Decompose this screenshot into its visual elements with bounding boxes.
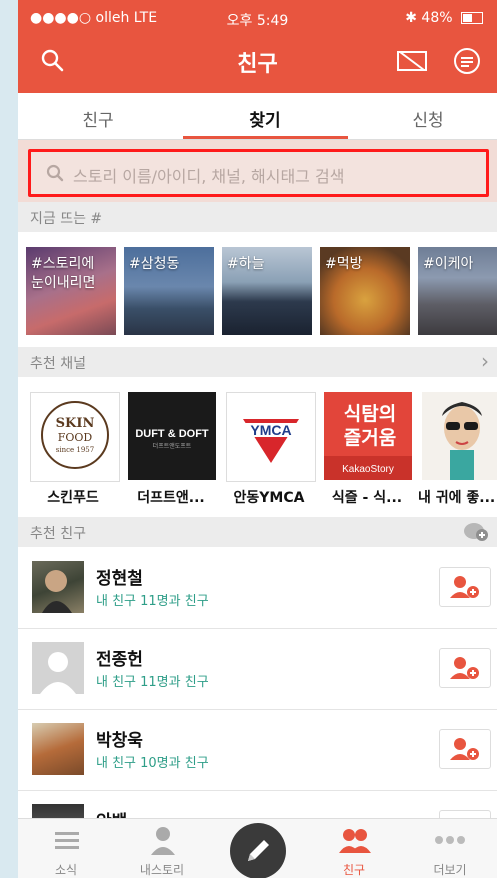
nav-label: 더보기 <box>433 863 467 877</box>
friend-row[interactable]: 박창욱 내 친구 10명과 친구 <box>18 710 497 791</box>
top-bar: ●●●●○ olleh LTE 오후 5:49 ✱ 48% 친구 <box>18 0 497 93</box>
channel-name[interactable]: 내 귀에 좋... <box>418 487 497 507</box>
channels-header: 추천 채널 › <box>18 347 497 377</box>
status-bar: ●●●●○ olleh LTE 오후 5:49 ✱ 48% <box>18 0 497 36</box>
duftdoft-logo-text: DUFT & DOFT <box>135 428 209 440</box>
nav-write[interactable] <box>210 819 306 878</box>
nav-label: 소식 <box>54 863 78 877</box>
friend-name: 전종헌 <box>96 650 143 670</box>
friends-header: 추천 친구 <box>18 517 497 547</box>
friend-row[interactable]: 전종헌 내 친구 11명과 친구 <box>18 629 497 710</box>
chevron-right-icon[interactable]: › <box>481 349 489 373</box>
add-friend-icon <box>450 576 479 598</box>
hashtag-tile[interactable]: #하늘 <box>222 247 312 335</box>
nav-my-story[interactable]: 내스토리 <box>114 819 210 878</box>
hashtag-label: #스토리에 눈이내리면 <box>31 256 96 291</box>
search-input[interactable]: 스토리 이름/아이디, 채널, 해시태그 검색 <box>28 149 489 197</box>
channel-name[interactable]: 스킨푸드 <box>24 487 122 507</box>
friend-name: 정현철 <box>96 569 143 589</box>
add-friend-bubble-icon[interactable] <box>463 522 489 546</box>
trending-header: 지금 뜨는 # <box>18 202 497 232</box>
search-placeholder: 스토리 이름/아이디, 채널, 해시태그 검색 <box>73 167 345 186</box>
tab-bar: 친구 찾기 신청 <box>18 93 497 140</box>
bluetooth-icon: ✱ <box>405 10 417 26</box>
sikjeul-logo-text: 즐거움 <box>344 427 396 449</box>
hashtag-label: #삼청동 <box>129 256 180 272</box>
battery-indicator: ✱ 48% <box>405 10 483 26</box>
tab-friends[interactable]: 친구 <box>48 106 148 131</box>
hashtag-tile[interactable]: #스토리에 눈이내리면 <box>26 247 116 335</box>
channel-logo-sikjeul[interactable]: 식탐의 즐거움 KakaoStory <box>324 392 412 480</box>
add-friend-button[interactable] <box>439 567 491 607</box>
hashtag-label: #하늘 <box>227 256 265 272</box>
nav-more[interactable]: 더보기 <box>402 819 497 878</box>
duftdoft-logo-text: 더프트앤도프트 <box>153 442 192 450</box>
hashtag-label: #이케아 <box>423 256 474 272</box>
section-title: 지금 뜨는 # <box>30 211 103 227</box>
tab-requests[interactable]: 신청 <box>378 106 478 131</box>
channel-logo-duftdoft[interactable]: DUFT & DOFT 더프트앤도프트 <box>128 392 216 480</box>
channel-name[interactable]: 안동YMCA <box>220 487 318 507</box>
mutual-friends: 내 친구 11명과 친구 <box>96 594 209 609</box>
skinfood-logo-text: SKIN <box>56 416 95 431</box>
add-friend-icon <box>450 657 479 679</box>
skinfood-logo-text: since 1957 <box>56 446 94 454</box>
hashtag-tile[interactable]: #이케아 <box>418 247 497 335</box>
search-icon <box>46 164 64 186</box>
tab-find[interactable]: 찾기 <box>215 106 315 131</box>
sikjeul-logo-text: KakaoStory <box>342 464 394 475</box>
nav-label: 내스토리 <box>139 863 185 877</box>
channel-logo-illustration[interactable] <box>422 392 497 480</box>
section-title: 추천 친구 <box>30 526 86 542</box>
hashtag-tile[interactable]: #먹방 <box>320 247 410 335</box>
skinfood-logo-text: FOOD <box>58 431 93 444</box>
add-friend-button[interactable] <box>439 648 491 688</box>
avatar <box>32 723 84 775</box>
menu-icon[interactable] <box>452 46 482 80</box>
more-icon <box>435 836 465 844</box>
bottom-nav: 소식 내스토리 친구 더보기 <box>18 818 497 878</box>
news-icon <box>55 832 79 849</box>
section-title: 추천 채널 <box>30 356 86 372</box>
person-icon <box>151 827 175 855</box>
write-post-icon[interactable] <box>396 50 428 76</box>
channel-name[interactable]: 더프트앤... <box>122 487 220 507</box>
channel-logo-skinfood[interactable]: SKIN FOOD since 1957 <box>30 392 120 482</box>
sikjeul-logo-text: 식탐의 <box>344 403 396 425</box>
nav-friends[interactable]: 친구 <box>306 819 402 878</box>
hashtag-tile[interactable]: #삼청동 <box>124 247 214 335</box>
nav-label: 친구 <box>342 863 366 877</box>
mutual-friends: 내 친구 10명과 친구 <box>96 756 209 771</box>
nav-news[interactable]: 소식 <box>18 819 114 878</box>
battery-percent: 48% <box>421 10 453 26</box>
battery-icon <box>461 12 483 24</box>
friends-icon <box>339 829 371 853</box>
ymca-logo-text: YMCA <box>250 422 291 438</box>
app-screen: ●●●●○ olleh LTE 오후 5:49 ✱ 48% 친구 친구 찾기 신… <box>18 0 497 878</box>
pencil-icon <box>230 823 286 878</box>
channel-logo-ymca[interactable]: YMCA <box>226 392 316 482</box>
avatar <box>32 561 84 613</box>
friend-name: 박창욱 <box>96 731 143 751</box>
mutual-friends: 내 친구 11명과 친구 <box>96 675 209 690</box>
active-tab-indicator <box>183 136 348 139</box>
add-friend-icon <box>450 738 479 760</box>
friend-row[interactable]: 정현철 내 친구 11명과 친구 <box>18 548 497 629</box>
hashtag-label: #먹방 <box>325 256 363 272</box>
add-friend-button[interactable] <box>439 729 491 769</box>
search-area: 스토리 이름/아이디, 채널, 해시태그 검색 <box>18 140 497 202</box>
avatar <box>32 642 84 694</box>
channel-name[interactable]: 식즐 - 식... <box>318 487 416 507</box>
